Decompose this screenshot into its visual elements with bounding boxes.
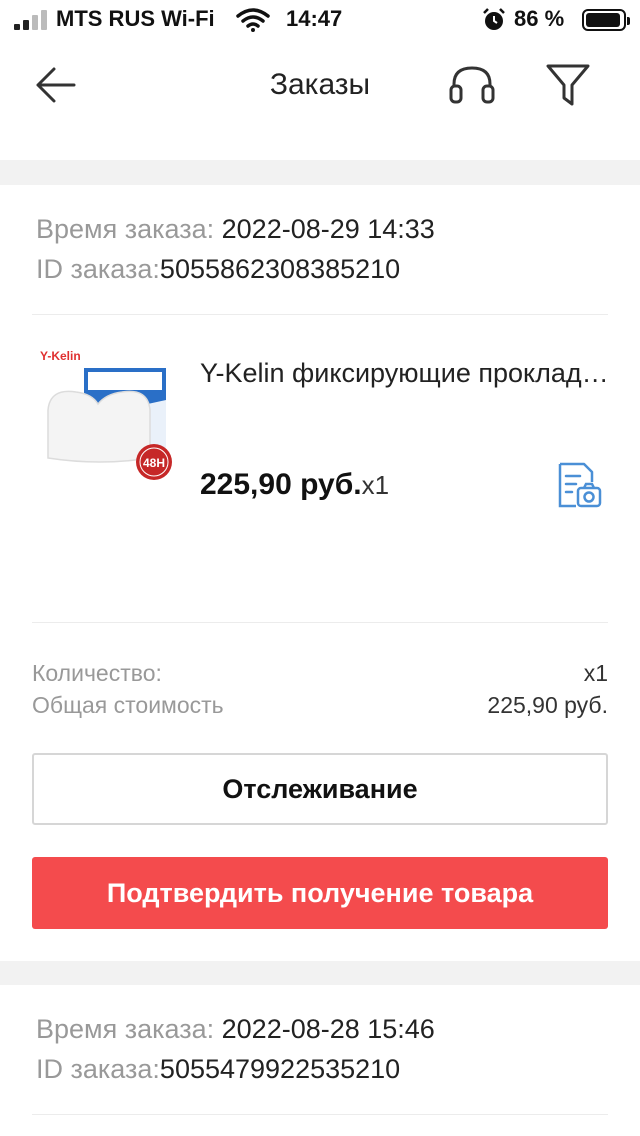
order-id-label: ID заказа: [36, 254, 160, 284]
support-button[interactable] [446, 62, 498, 112]
divider [32, 1114, 608, 1115]
wifi-icon [236, 8, 270, 32]
order-id-label: ID заказа: [36, 1054, 160, 1084]
quantity-label: Количество: [32, 660, 162, 686]
product-image-brand: Y-Kelin [40, 349, 81, 363]
signal-icon [14, 10, 50, 30]
section-separator [0, 961, 640, 985]
order-id: ID заказа:5055479922535210 [36, 1054, 400, 1085]
order-time-value: 2022-08-28 15:46 [214, 1014, 435, 1044]
quantity-value: x1 [583, 660, 608, 686]
product-price: 225,90 руб.x1 [200, 468, 389, 502]
order-time: Время заказа: 2022-08-28 15:46 [36, 1014, 435, 1045]
carrier-name: MTS RUS Wi-Fi [56, 6, 215, 31]
order-id: ID заказа:5055862308385210 [36, 254, 400, 285]
order-id-value: 5055479922535210 [159, 1054, 401, 1084]
section-separator [0, 160, 640, 185]
status-bar: MTS RUS Wi-Fi 14:47 86 % [0, 0, 640, 40]
filter-icon [546, 64, 590, 106]
status-time: 14:47 [286, 6, 343, 31]
document-camera-icon [558, 462, 602, 508]
product-title[interactable]: Y-Kelin фиксирующие прокладки для зубных… [200, 358, 610, 389]
navigation-bar: Заказы [0, 40, 640, 160]
product-price-value: 225,90 руб. [200, 468, 362, 501]
total-value: 225,90 руб. [487, 692, 608, 718]
tracking-button[interactable]: Отслеживание [32, 753, 608, 825]
order-time-label: Время заказа: [36, 214, 215, 244]
divider [32, 622, 608, 623]
product-quantity: x1 [361, 470, 390, 500]
back-button[interactable] [30, 60, 86, 110]
order-id-value: 5055862308385210 [159, 254, 401, 284]
filter-button[interactable] [542, 60, 594, 110]
order-time: Время заказа: 2022-08-29 14:33 [36, 214, 435, 245]
product-image-badge: 48H [143, 456, 165, 470]
order-time-value: 2022-08-29 14:33 [214, 214, 435, 244]
back-arrow-icon [36, 67, 76, 103]
headset-icon [449, 66, 495, 104]
divider [32, 314, 608, 315]
alarm-icon [483, 8, 505, 30]
confirm-receipt-button[interactable]: Подтвердить получение товара [32, 857, 608, 929]
product-image[interactable]: Y-Kelin 48H [36, 340, 176, 486]
total-label: Общая стоимость [32, 692, 224, 718]
battery-icon [582, 9, 630, 31]
photo-review-button[interactable] [554, 460, 604, 510]
battery-percent: 86 % [514, 6, 565, 31]
order-time-label: Время заказа: [36, 1014, 215, 1044]
